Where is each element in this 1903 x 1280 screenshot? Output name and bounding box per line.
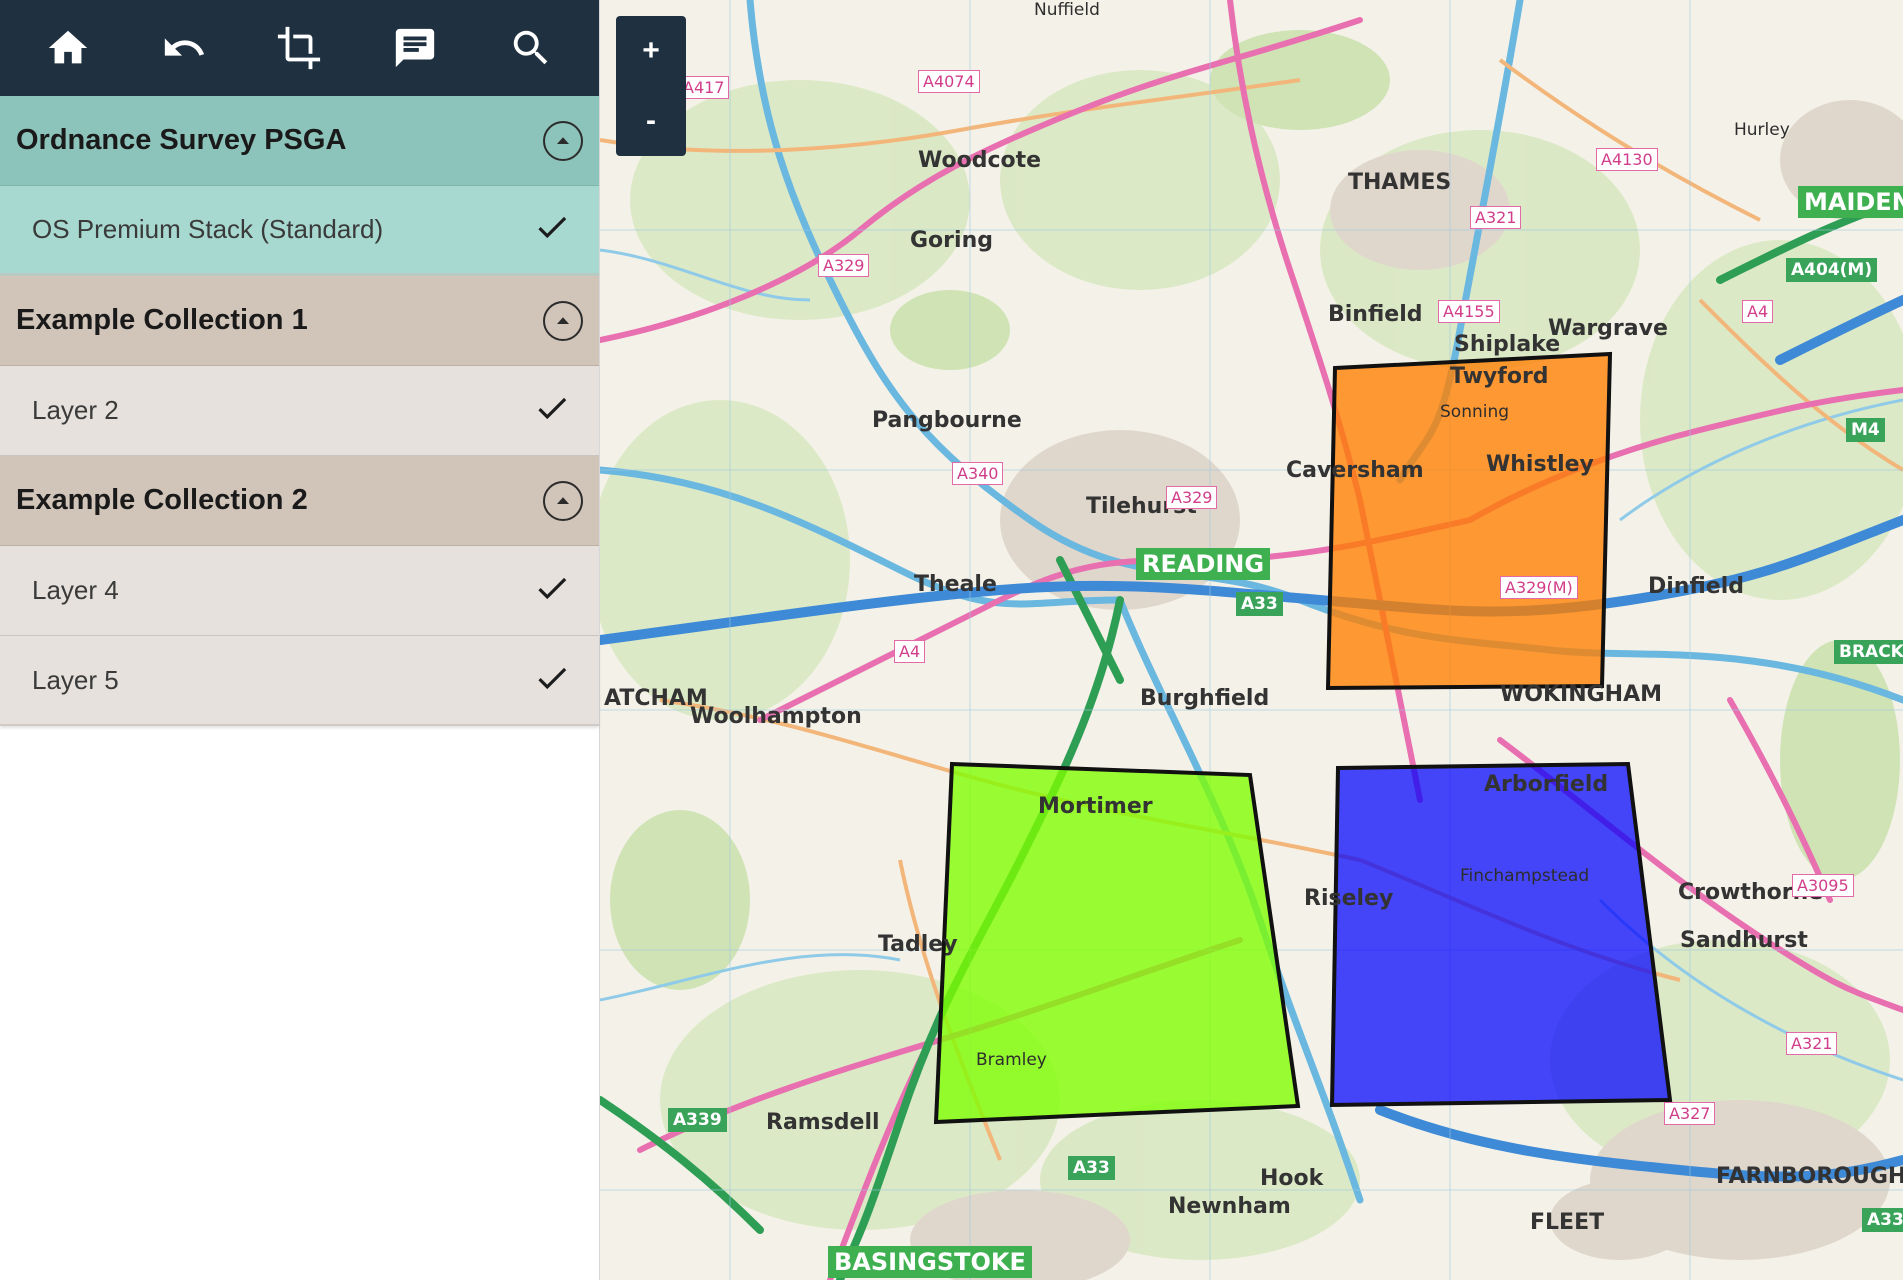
town-label-finchampstead: Finchampstead (1460, 866, 1590, 886)
undo-button[interactable] (148, 12, 220, 84)
road-label-a329-2: A329 (1166, 486, 1218, 509)
town-label-sandhurst: Sandhurst (1680, 928, 1808, 953)
town-label-ramsdell: Ramsdell (766, 1110, 880, 1135)
road-label-a33: A33 (1236, 592, 1283, 616)
group-title: Example Collection 1 (16, 304, 308, 336)
group-header-example-collection-2[interactable]: Example Collection 2 (0, 456, 599, 546)
road-label-a329: A329 (818, 254, 870, 277)
search-icon (513, 30, 548, 65)
town-label-woodcote: Woodcote (918, 148, 1042, 173)
layer-sidebar: Ordnance Survey PSGA OS Premium Stack (S… (0, 0, 600, 1280)
group-header-example-collection-1[interactable]: Example Collection 1 (0, 276, 599, 366)
road-label-a340: A340 (952, 462, 1004, 485)
layer-label: Layer 2 (32, 395, 119, 425)
toolbar (0, 0, 599, 96)
map-base (600, 0, 1903, 1280)
chevron-up-icon (557, 496, 569, 504)
town-label-dinfield: Dinfield (1648, 574, 1744, 599)
town-label-hook: Hook (1260, 1166, 1324, 1191)
collapse-button[interactable] (543, 480, 583, 521)
town-label-woolhampton: Woolhampton (690, 704, 862, 729)
crop-icon (278, 26, 321, 70)
layer-row-layer-5[interactable]: Layer 5 (0, 636, 599, 726)
town-label-caversham: Caversham (1286, 458, 1424, 483)
town-label-maidenhead: MAIDENH (1798, 186, 1903, 218)
check-icon[interactable] (533, 208, 571, 251)
town-label-wargrave: Wargrave (1548, 316, 1668, 341)
layer-row-os-premium[interactable]: OS Premium Stack (Standard) (0, 186, 599, 276)
undo-icon (164, 38, 204, 56)
town-label-theale: Theale (914, 572, 997, 597)
map-view[interactable]: READING BASINGSTOKE MAIDENH THAMES Twyfo… (600, 0, 1903, 1280)
road-label-a329m: A329(M) (1500, 576, 1578, 599)
layer-label: Layer 5 (32, 664, 119, 695)
layer-row-layer-2[interactable]: Layer 2 (0, 366, 599, 456)
town-label-twyford: Twyford (1450, 364, 1549, 389)
home-button[interactable] (32, 12, 104, 84)
town-label-arborfield: Arborfield (1484, 772, 1609, 797)
town-label-nuffield: Nuffield (1034, 0, 1100, 20)
crop-button[interactable] (263, 12, 335, 84)
road-label-a33-3: A33 (1862, 1208, 1903, 1232)
town-label-hurley: Hurley (1734, 120, 1790, 140)
town-label-goring: Goring (910, 228, 993, 253)
chevron-up-icon (557, 316, 569, 324)
road-label-a327: A327 (1664, 1102, 1716, 1125)
town-label-basingstoke: BASINGSTOKE (828, 1246, 1032, 1278)
road-label-a321-2: A321 (1786, 1032, 1838, 1055)
collapse-button[interactable] (543, 300, 583, 341)
check-icon[interactable] (533, 569, 571, 612)
road-label-a321: A321 (1470, 206, 1522, 229)
town-label-pangbourne: Pangbourne (872, 408, 1022, 433)
zoom-control: + - (616, 16, 686, 156)
home-icon (48, 30, 88, 64)
collapse-button[interactable] (543, 120, 583, 161)
town-label-whistley: Whistley (1486, 452, 1594, 477)
road-label-a4130: A4130 (1596, 148, 1658, 171)
group-title: Ordnance Survey PSGA (16, 124, 347, 156)
road-label-a4074: A4074 (918, 70, 980, 93)
road-label-a4155: A4155 (1438, 300, 1500, 323)
town-label-riseley: Riseley (1304, 886, 1394, 911)
road-label-m4: M4 (1846, 418, 1885, 442)
town-label-farnborough: FARNBOROUGH (1716, 1164, 1903, 1189)
road-label-a404m: A404(M) (1786, 258, 1878, 282)
zoom-out-button[interactable]: - (616, 86, 686, 156)
town-label-tadley: Tadley (878, 932, 958, 957)
road-label-a339: A339 (668, 1108, 727, 1132)
comment-button[interactable] (379, 12, 451, 84)
road-label-a4: A4 (894, 640, 926, 663)
layer-label: OS Premium Stack (Standard) (32, 214, 384, 244)
town-label-mortimer: Mortimer (1038, 794, 1153, 819)
town-label-newnham: Newnham (1168, 1194, 1291, 1219)
layer-row-layer-4[interactable]: Layer 4 (0, 546, 599, 636)
town-label-fleet: FLEET (1530, 1210, 1605, 1235)
town-label-reading: READING (1136, 548, 1271, 580)
road-label-a33-2: A33 (1068, 1156, 1115, 1180)
blue-area[interactable] (1329, 761, 1673, 1108)
town-label-henley: THAMES (1348, 170, 1452, 195)
comment-icon (396, 28, 435, 68)
road-label-a4-2: A4 (1742, 300, 1774, 323)
layer-label: Layer 4 (32, 575, 119, 605)
search-button[interactable] (495, 12, 567, 84)
town-label-wokingham: WOKINGHAM (1500, 682, 1663, 707)
check-icon[interactable] (533, 389, 571, 432)
group-header-ordnance-survey[interactable]: Ordnance Survey PSGA (0, 96, 599, 186)
check-icon[interactable] (533, 659, 571, 702)
group-title: Example Collection 2 (16, 484, 308, 516)
town-label-shiplake: Shiplake (1454, 332, 1561, 357)
road-label-brack: BRACK (1834, 640, 1903, 664)
road-label-a3095: A3095 (1792, 874, 1854, 897)
chevron-up-icon (557, 136, 569, 144)
town-label-burghfield: Burghfield (1140, 686, 1270, 711)
town-label-sonning: Sonning (1440, 402, 1510, 422)
zoom-in-button[interactable]: + (616, 16, 686, 86)
town-label-bramley: Bramley (976, 1050, 1047, 1070)
town-label-binfield: Binfield (1328, 302, 1423, 327)
